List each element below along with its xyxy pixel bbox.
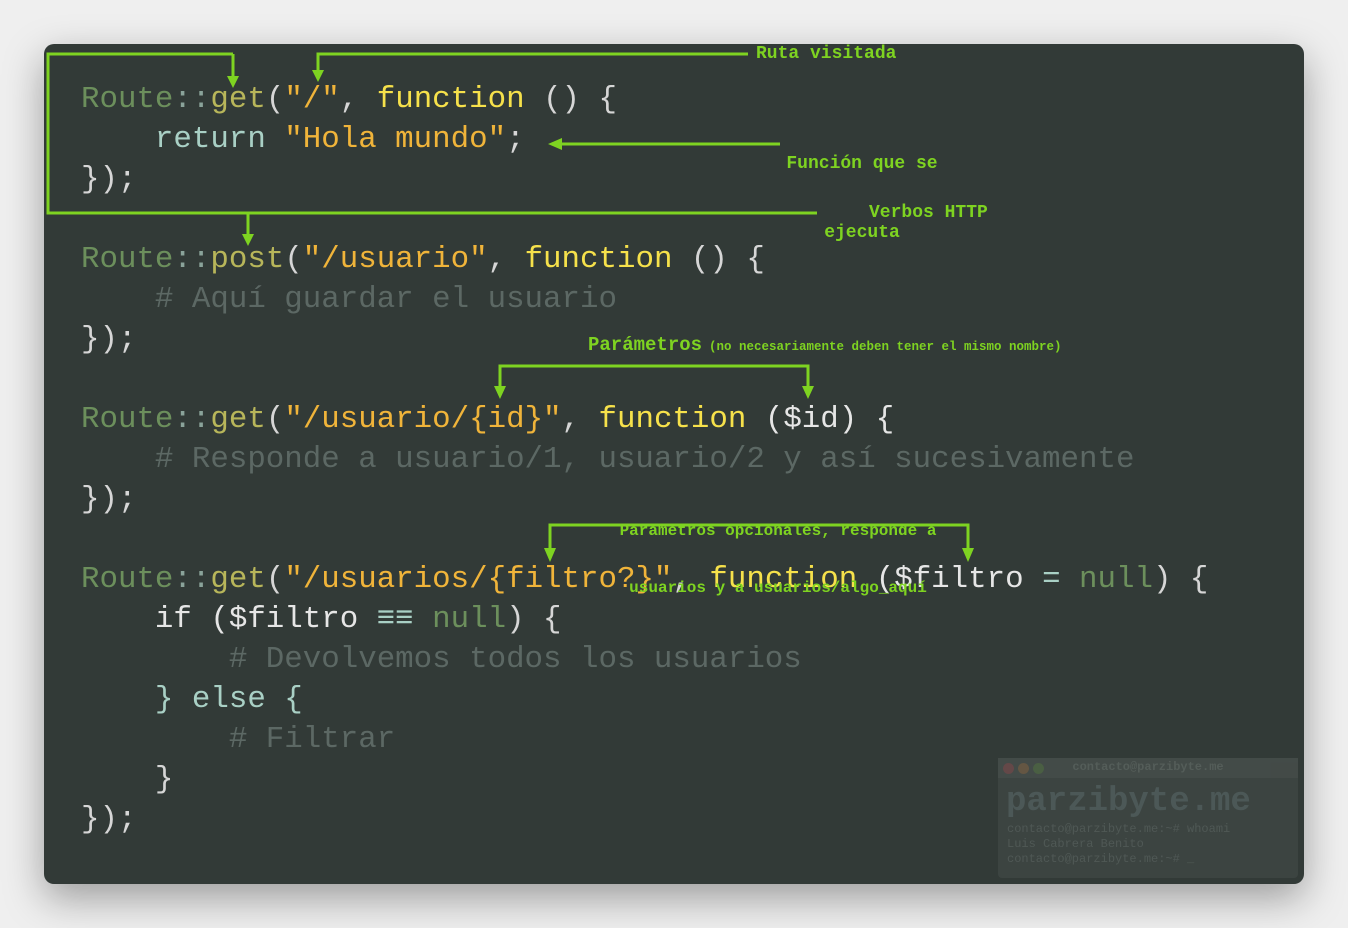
label-parametros-opcionales: Parámetros opcionales, responde a usuari…: [572, 484, 984, 636]
label-funcion: Función que se ejecuta: [774, 107, 950, 291]
watermark: contacto@parzibyte.me parzibyte.me conta…: [998, 758, 1298, 878]
label-verbos-http: Verbos HTTP: [869, 203, 988, 223]
params-bracket: [498, 364, 810, 390]
watermark-brand: parzibyte.me: [1006, 783, 1251, 821]
label-opcionales-line2: usuarios y a usuarios/algo_aquí: [629, 579, 927, 597]
watermark-line: contacto@parzibyte.me:~# _: [1007, 852, 1195, 866]
watermark-line: contacto@parzibyte.me:~# whoami: [1007, 822, 1231, 836]
watermark-title: contacto@parzibyte.me: [1072, 760, 1224, 774]
verbs-bracket: [46, 52, 817, 215]
label-parametros: Parámetros: [588, 334, 703, 356]
watermark-titlebar: contacto@parzibyte.me: [998, 758, 1298, 778]
code-card: Route::get("/", function () { return "Ho…: [44, 44, 1304, 884]
label-funcion-line1: Función que se: [786, 154, 938, 174]
label-parametros-note: (no necesariamente deben tener el mismo …: [709, 340, 1062, 354]
label-ruta-visitada: Ruta visitada: [756, 44, 897, 64]
watermark-line: Luis Cabrera Benito: [1007, 837, 1144, 851]
label-funcion-line2: ejecuta: [824, 223, 900, 243]
route-bracket: [316, 52, 748, 74]
label-opcionales-line1: Parámetros opcionales, responde a: [619, 522, 937, 540]
